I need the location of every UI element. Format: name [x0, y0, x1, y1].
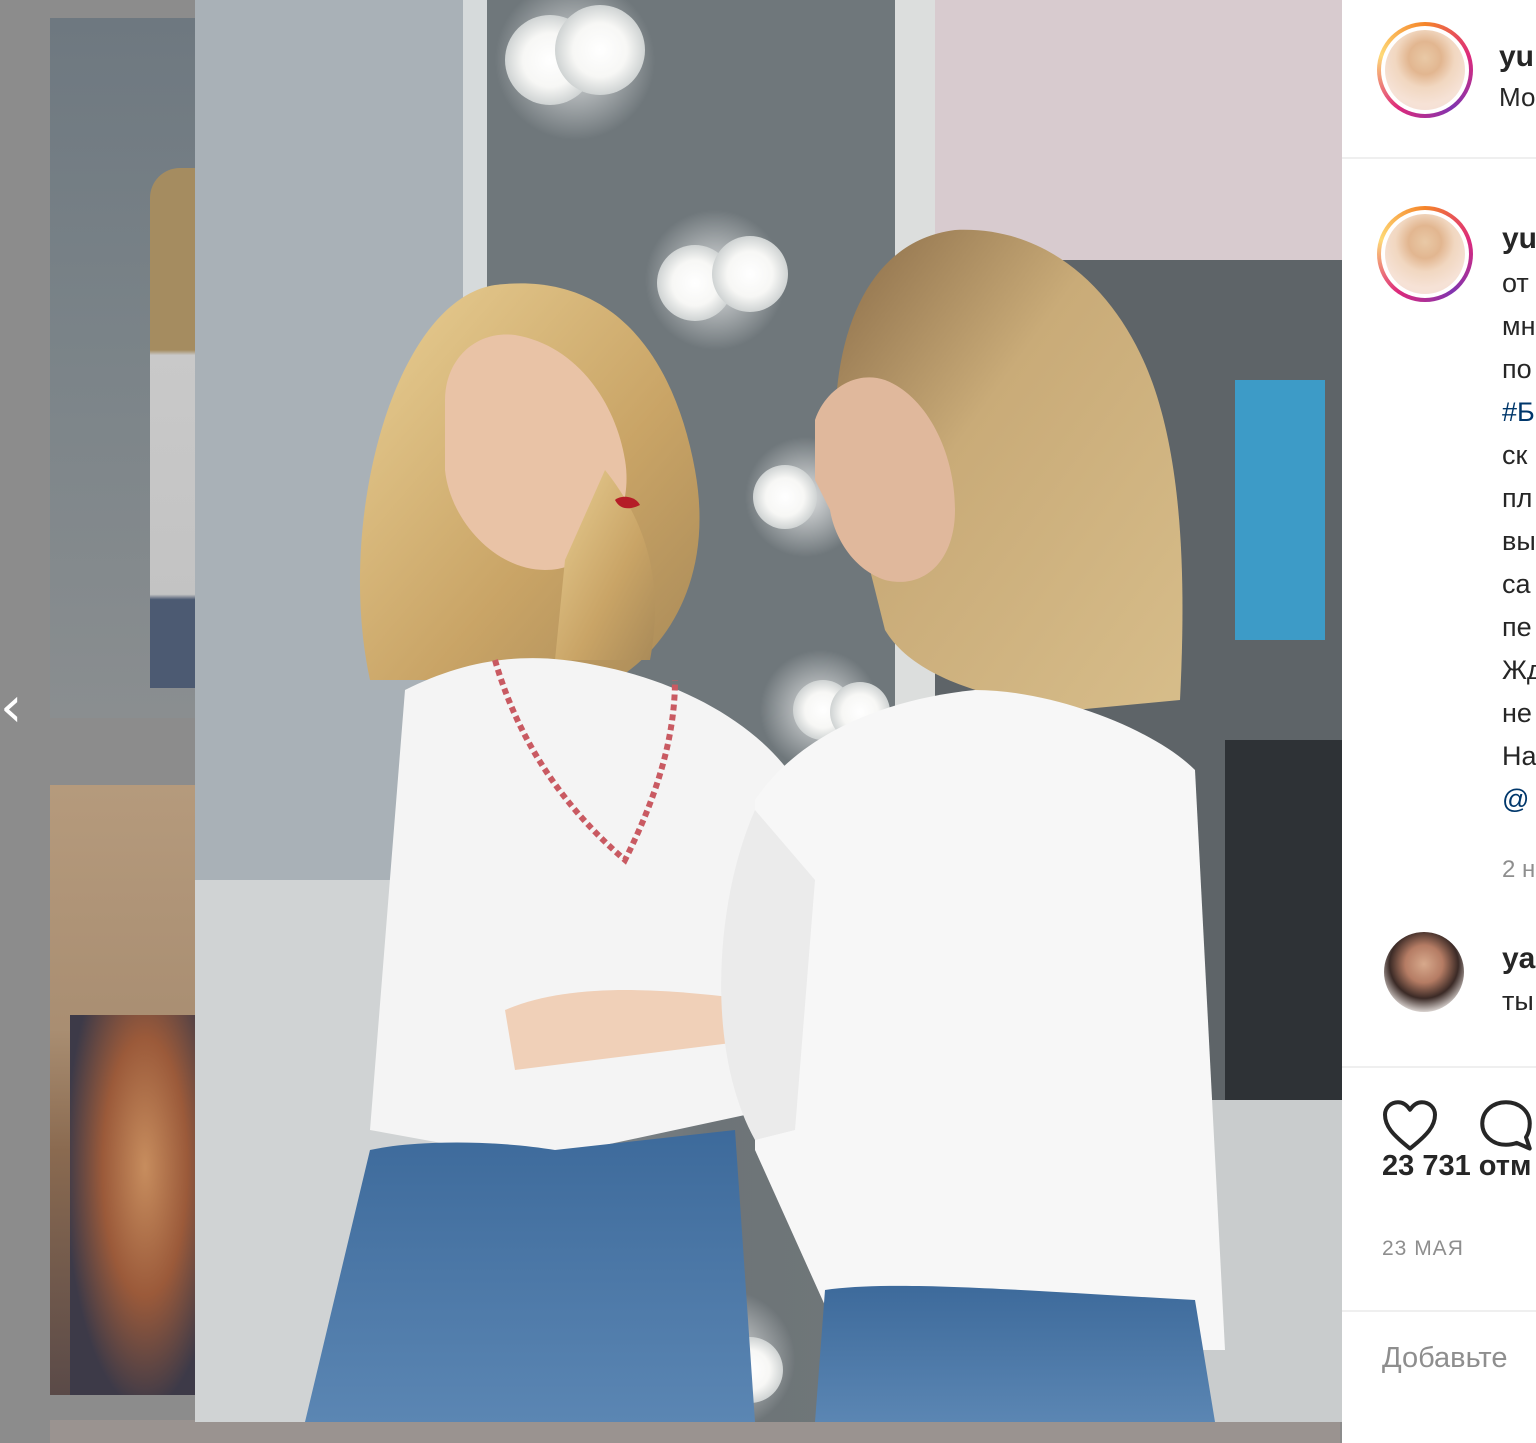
- caption-username[interactable]: yu: [1502, 222, 1536, 256]
- caption-line: На: [1502, 741, 1536, 771]
- caption-line: вы: [1502, 526, 1536, 556]
- comment-text: ты: [1502, 986, 1534, 1016]
- actions-divider: [1342, 1066, 1536, 1068]
- heart-icon[interactable]: [1380, 1096, 1440, 1156]
- likes-count[interactable]: 23 731 отм: [1382, 1150, 1531, 1183]
- caption-line: не: [1502, 698, 1532, 728]
- caption-avatar[interactable]: [1377, 206, 1473, 302]
- caption-line: са: [1502, 569, 1531, 599]
- caption-line: Жд: [1502, 655, 1536, 685]
- caption-line: от: [1502, 268, 1529, 298]
- caption-line: пе: [1502, 612, 1532, 642]
- add-comment-input[interactable]: Добавьте: [1382, 1342, 1508, 1375]
- chevron-left-icon[interactable]: ‹: [0, 678, 24, 738]
- post-date[interactable]: 23 МАЯ: [1382, 1237, 1464, 1261]
- caption-hashtag[interactable]: #Б: [1502, 397, 1535, 428]
- post-side-panel: yu Мо yu от мн по #Б ск пл вы са пе Жд н…: [1342, 0, 1536, 1443]
- background-thumbnail-1[interactable]: [50, 18, 210, 718]
- commenter-avatar[interactable]: [1384, 932, 1464, 1012]
- thumbnail-figure: [70, 1015, 195, 1395]
- caption-timestamp[interactable]: 2 н: [1502, 856, 1535, 884]
- author-avatar[interactable]: [1377, 22, 1473, 118]
- post-photo: [195, 0, 1342, 1422]
- caption-line: ск: [1502, 440, 1528, 470]
- comment-icon[interactable]: [1476, 1096, 1536, 1156]
- background-thumbnail-2[interactable]: [50, 785, 195, 1395]
- header-username[interactable]: yu: [1499, 40, 1534, 74]
- caption-line: по: [1502, 354, 1532, 384]
- comment-username[interactable]: ya: [1502, 942, 1535, 976]
- caption-line: мн: [1502, 311, 1536, 341]
- caption-line: пл: [1502, 483, 1533, 513]
- photo-illustration: [195, 0, 1342, 1422]
- comment-box-divider: [1342, 1310, 1536, 1312]
- header-divider: [1342, 157, 1536, 159]
- background-thumbnail-strip: [50, 1420, 1340, 1443]
- caption-mention[interactable]: @: [1502, 784, 1529, 815]
- header-location[interactable]: Мо: [1499, 82, 1535, 113]
